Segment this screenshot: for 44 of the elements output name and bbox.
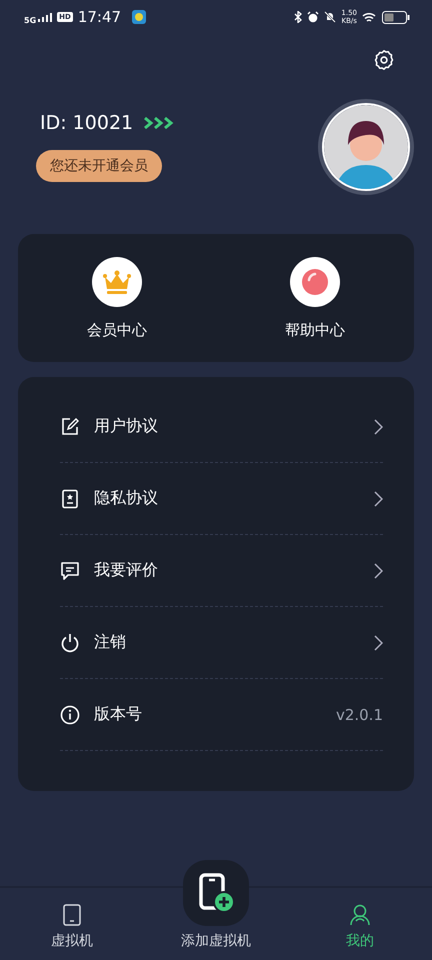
crown-button[interactable] [92,256,142,306]
help-button[interactable] [290,256,340,306]
signal-icon [38,12,52,22]
crown-icon [102,268,132,294]
nav-tab[interactable]: 添加虚拟机 [161,860,271,950]
nav-tab[interactable]: 虚拟机 [17,904,127,950]
menu-label: 注销 [94,632,127,653]
chevron-right-icon [374,562,383,578]
add-device-button[interactable] [183,860,249,926]
network-label: 5G [24,16,36,25]
menu-row[interactable]: 注销 [60,607,383,679]
membership-badge[interactable]: 您还未开通会员 [36,150,162,182]
menu-label: 版本号 [94,704,143,725]
comment-icon [60,560,80,580]
nav-tab[interactable]: 我的 [305,904,415,950]
mute-icon [324,11,336,23]
tablet-icon [63,904,81,926]
menu-label: 用户协议 [94,416,159,437]
power-icon [60,632,80,652]
settings-icon[interactable] [373,49,395,71]
avatar-silhouette-icon [322,103,410,191]
edit-icon [60,416,80,436]
menu-row[interactable]: 我要评价 [60,535,383,607]
battery-icon [382,10,410,24]
user-id: ID: 10021 [40,112,134,134]
shortcut-label[interactable]: 帮助中心 [285,320,345,340]
status-time: 17:47 [78,8,122,26]
version-number: v2.0.1 [336,706,383,724]
chevron-right-icon [374,634,383,650]
menu-row[interactable]: 版本号 v2.0.1 [60,679,383,751]
info-icon [60,704,80,724]
app-notification-icon [132,10,146,24]
wifi-icon [362,12,377,22]
bluetooth-icon [294,11,302,23]
menu-label: 隐私协议 [94,488,159,509]
ball-icon [301,268,329,296]
shortcut-label[interactable]: 会员中心 [87,320,147,340]
menu-label: 我要评价 [94,560,159,581]
menu-row[interactable]: 隐私协议 [60,463,383,535]
user-icon [350,904,370,926]
menu-row[interactable]: 用户协议 [60,391,383,463]
alarm-icon [307,11,320,23]
chevron-right-icon [374,490,383,506]
chevron-right-icon [374,418,383,434]
